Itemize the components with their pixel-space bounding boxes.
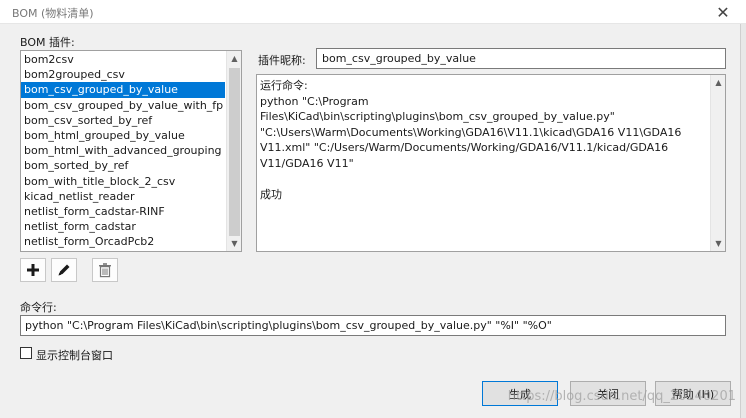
output-scrollbar[interactable]: ▲ ▼ (710, 75, 725, 251)
plugin-list-item[interactable]: netlist_form_cadstar (21, 219, 225, 234)
window-title: BOM (物料清单) (12, 7, 94, 20)
scroll-thumb[interactable] (229, 68, 240, 236)
plugin-list-item[interactable]: netlist_form_cadstar-RINF (21, 204, 225, 219)
plugins-label: BOM 插件: (20, 36, 75, 49)
scroll-up-icon[interactable]: ▲ (711, 75, 725, 90)
command-line-label: 命令行: (20, 301, 57, 314)
close-icon: ✕ (716, 2, 730, 22)
plugin-list-item[interactable]: bom_with_title_block_2_csv (21, 174, 225, 189)
plugin-list-item[interactable]: bom_csv_grouped_by_value (21, 82, 225, 98)
plugin-list-item[interactable]: bom_sorted_by_ref (21, 158, 225, 173)
plus-icon (27, 264, 39, 276)
edit-plugin-button[interactable] (51, 258, 77, 282)
plugin-list-item[interactable]: bom_csv_sorted_by_ref (21, 113, 225, 128)
show-console-label: 显示控制台窗口 (36, 349, 113, 362)
background-window-edge (740, 24, 746, 418)
remove-plugin-button[interactable] (92, 258, 118, 282)
scroll-down-icon[interactable]: ▼ (227, 236, 241, 251)
plugins-list-items: bom2csv bom2grouped_csv bom_csv_grouped_by… (21, 52, 225, 249)
plugins-list-scrollbar[interactable]: ▲ ▼ (226, 51, 241, 251)
plugin-list-item[interactable]: bom_csv_grouped_by_value_with_fp (21, 98, 225, 113)
plugin-list-item[interactable]: bom_html_with_advanced_grouping (21, 143, 225, 158)
command-line-input[interactable]: python "C:\Program Files\KiCad\bin\scrip… (20, 315, 726, 336)
plugins-list[interactable]: bom2csv bom2grouped_csv bom_csv_grouped_by… (20, 50, 242, 252)
plugin-list-item[interactable]: kicad_netlist_reader (21, 189, 225, 204)
plugin-list-item[interactable]: bom_html_grouped_by_value (21, 128, 225, 143)
nickname-label: 插件昵称: (258, 54, 306, 67)
plugin-list-item[interactable]: bom2csv (21, 52, 225, 67)
close-window-button[interactable]: ✕ (706, 0, 740, 24)
nickname-input[interactable]: bom_csv_grouped_by_value (316, 48, 726, 69)
plugin-list-item[interactable]: netlist_form_OrcadPcb2 (21, 234, 225, 249)
pencil-icon (58, 264, 70, 276)
add-plugin-button[interactable] (20, 258, 46, 282)
trash-icon (99, 263, 111, 278)
output-text: 运行命令: python "C:\Program Files\KiCad\bin… (260, 79, 682, 201)
scroll-down-icon[interactable]: ▼ (711, 236, 725, 251)
watermark: https://blog.csdn.net/qq_20140201 (507, 389, 736, 404)
show-console-checkbox[interactable] (20, 347, 32, 359)
plugin-list-item[interactable]: bom2grouped_csv (21, 67, 225, 82)
title-bar: BOM (物料清单) ✕ (0, 0, 746, 24)
output-textarea[interactable]: 运行命令: python "C:\Program Files\KiCad\bin… (256, 74, 726, 252)
scroll-up-icon[interactable]: ▲ (227, 51, 241, 66)
